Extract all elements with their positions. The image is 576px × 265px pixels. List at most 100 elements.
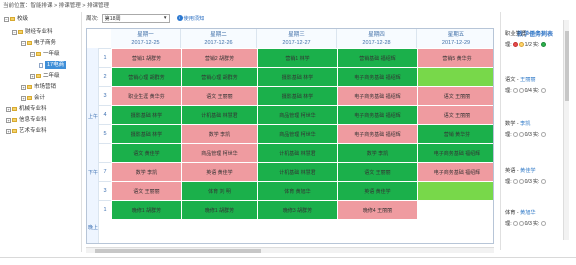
timetable-cell[interactable]: 营销1 林学 — [257, 48, 337, 67]
timetable-cell[interactable]: 摄影基础 林学 — [257, 86, 337, 105]
timetable-cell[interactable]: 摄影基础 林学 — [111, 105, 181, 124]
timetable-cell[interactable]: 营销5 黄华芬 — [417, 48, 493, 67]
timetable-cell[interactable]: 语文 王丽丽 — [417, 105, 493, 124]
expand-icon[interactable]: + — [30, 73, 35, 79]
theory-status-dot[interactable] — [518, 132, 524, 137]
timetable-cell[interactable]: 数学 李凯 — [181, 124, 257, 143]
folder-icon — [36, 52, 41, 56]
timetable-cell[interactable]: 计机基础 林慧君 — [257, 162, 337, 181]
task-progress-row: 理: 0/3 实: — [505, 178, 569, 185]
theory-status-dot[interactable] — [512, 88, 518, 93]
timetable-cell[interactable]: 电子商务基础 福绍辉 — [337, 67, 417, 86]
timetable-cell[interactable]: 摄影基础 林学 — [257, 67, 337, 86]
timetable-cell[interactable]: 商品管理 柯世华 — [181, 143, 257, 162]
timetable-cell[interactable]: 职业生涯 黄华芬 — [111, 86, 181, 105]
timetable-cell[interactable]: 英语 黄佳学 — [337, 181, 417, 200]
practice-status-dot[interactable] — [540, 42, 546, 47]
task-item[interactable]: 体育 - 黄旭华 理: 0/3 实: — [505, 209, 569, 227]
collapse-icon[interactable]: − — [30, 51, 35, 57]
task-item[interactable]: 语文 - 王丽丽 理: 0/4 实: — [505, 76, 569, 94]
tree-node[interactable]: 17电商 — [39, 61, 67, 69]
practice-status-dot[interactable] — [540, 132, 546, 137]
timetable-cell[interactable]: 电子商务基础 福绍辉 — [337, 105, 417, 124]
timetable-cell[interactable]: 电子商务基础 福绍辉 — [337, 86, 417, 105]
week-select[interactable]: 第18周 ▾ — [101, 13, 170, 23]
timetable-horizontal-scrollbar[interactable] — [86, 247, 494, 253]
theory-status-dot[interactable] — [512, 179, 518, 184]
day-header: 星期五 2017-12-29 — [417, 29, 493, 48]
task-item[interactable]: 数学 - 李凯 理: 0/3 实: — [505, 120, 569, 138]
timetable-cell[interactable]: 营销基础 福绍辉 — [337, 48, 417, 67]
timetable-cell[interactable]: 数学 李凯 — [337, 143, 417, 162]
tree-node[interactable]: + 二年级 — [30, 72, 60, 80]
timetable-cell[interactable]: 晚修1 胡群芳 — [181, 200, 257, 219]
timetable-cell[interactable]: 营销1 胡群芳 — [111, 48, 181, 67]
tree-node[interactable]: + 信息专业科 — [6, 116, 47, 124]
tree-node-label: 机械专业科 — [19, 106, 47, 112]
timetable-cell[interactable]: 晚修4 王丽丽 — [337, 200, 417, 219]
day-header: 星期四 2017-12-28 — [337, 29, 417, 48]
theory-status-dot[interactable] — [512, 221, 518, 226]
expand-icon[interactable]: + — [21, 95, 26, 101]
timetable-cell[interactable]: 语文 王丽丽 — [111, 181, 181, 200]
timetable-cell[interactable]: 语文 黄佳学 — [111, 143, 181, 162]
expand-icon[interactable]: + — [6, 128, 11, 134]
tree-node-label: 信息专业科 — [19, 117, 47, 123]
collapse-icon[interactable]: − — [4, 16, 9, 22]
timetable-cell[interactable]: 数学 李凯 — [111, 162, 181, 181]
timetable-cell[interactable]: 营销心理 胡群芳 — [181, 67, 257, 86]
tree-node[interactable]: + 机械专业科 — [6, 105, 47, 113]
theory-count: 1/2 — [524, 41, 532, 48]
theory-status-dot[interactable] — [512, 132, 518, 137]
collapse-icon[interactable]: − — [21, 40, 26, 46]
task-item[interactable]: 职业生涯 - 黄华芬 理: 1/2 实: — [505, 30, 569, 48]
tree-node[interactable]: − 电子商务 — [21, 39, 56, 47]
timetable-cell[interactable] — [417, 200, 493, 219]
collapse-icon[interactable]: − — [12, 29, 17, 35]
timetable-cell[interactable]: 体育 刘 明 — [181, 181, 257, 200]
timetable-cell[interactable] — [417, 181, 493, 200]
timetable-cell[interactable]: 电子商务基础 福绍辉 — [337, 124, 417, 143]
timetable-cell[interactable]: 摄影基础 林学 — [111, 124, 181, 143]
day-name: 星期四 — [368, 32, 385, 38]
expand-icon[interactable]: + — [21, 84, 26, 90]
timetable-cell[interactable]: 语文 王丽丽 — [337, 162, 417, 181]
practice-status-dot[interactable] — [540, 88, 546, 93]
usage-help-link[interactable]: i 使用须知 — [176, 15, 204, 22]
theory-status-dot[interactable] — [518, 179, 524, 184]
timetable-cell[interactable]: 商品管理 柯世华 — [257, 124, 337, 143]
theory-status-dot[interactable] — [518, 42, 524, 47]
practice-status-dot[interactable] — [540, 179, 546, 184]
expand-icon[interactable]: + — [6, 106, 11, 112]
timetable-cell[interactable]: 计机基础 林慧君 — [257, 143, 337, 162]
theory-status-dot[interactable] — [518, 221, 524, 226]
timetable-cell[interactable]: 英语 黄佳学 — [181, 162, 257, 181]
timetable-cell[interactable]: 电子商务基础 福绍辉 — [417, 143, 493, 162]
timetable-cell[interactable]: 晚修3 胡群芳 — [257, 200, 337, 219]
tree-node[interactable]: + 艺术专业科 — [6, 127, 47, 135]
timetable-cell[interactable]: 电子商务基础 福绍辉 — [417, 162, 493, 181]
tree-node[interactable]: − 财经专业科 — [12, 28, 53, 36]
timetable-cell[interactable]: 营销心理 胡群芳 — [111, 67, 181, 86]
tree-node-label: 校级 — [17, 16, 29, 22]
timetable-cell[interactable]: 体育 黄旭华 — [257, 181, 337, 200]
theory-status-dot[interactable] — [518, 88, 524, 93]
timetable-cell[interactable]: 营销2 胡群芳 — [181, 48, 257, 67]
timetable-cell[interactable]: 商品管理 柯世华 — [257, 105, 337, 124]
tree-node[interactable]: − 校级 — [4, 15, 28, 23]
tree-node[interactable]: + 市场营销 — [21, 83, 56, 91]
tree-node[interactable]: − 一年级 — [30, 50, 60, 58]
theory-status-dot[interactable] — [512, 42, 518, 47]
timetable-cell[interactable]: 语文 王丽丽 — [417, 86, 493, 105]
tree-node[interactable]: + 会计 — [21, 94, 45, 102]
timetable-cell[interactable] — [417, 67, 493, 86]
timetable-cell[interactable]: 计机基础 林慧君 — [181, 105, 257, 124]
expand-icon[interactable]: + — [6, 117, 11, 123]
timetable-scroll-thumb[interactable] — [95, 249, 261, 253]
task-item[interactable]: 英语 - 黄佳学 理: 0/3 实: — [505, 167, 569, 185]
task-course: 体育 - — [505, 210, 520, 216]
timetable-cell[interactable]: 语文 王丽丽 — [181, 86, 257, 105]
timetable-cell[interactable]: 晚修1 胡群芳 — [111, 200, 181, 219]
practice-status-dot[interactable] — [540, 221, 546, 226]
timetable-cell[interactable]: 营销 黄华芬 — [417, 124, 493, 143]
